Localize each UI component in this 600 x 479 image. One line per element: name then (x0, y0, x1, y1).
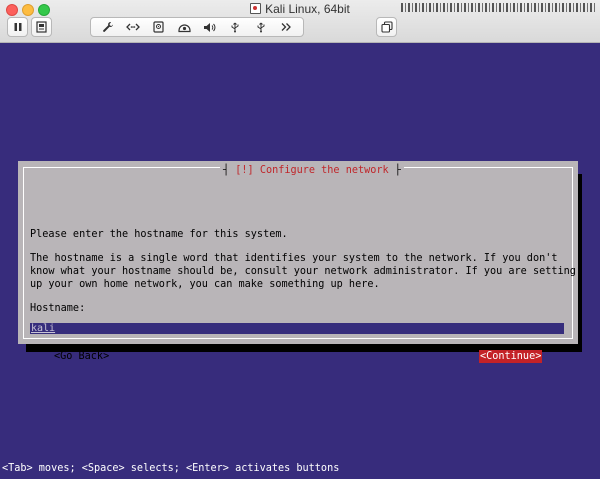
usb-icon-2[interactable] (252, 20, 270, 34)
dialog-title-text: Configure the network (259, 165, 389, 176)
continue-button[interactable]: <Continue> (479, 350, 543, 363)
snapshot-button[interactable] (31, 17, 52, 37)
copy-window-button[interactable] (376, 17, 397, 37)
description-line-2: know what your hostname should be, consu… (30, 266, 576, 277)
hostname-label: Hostname: (30, 303, 86, 314)
go-back-button[interactable]: <Go Back> (54, 350, 109, 363)
hostname-input[interactable]: kali (30, 323, 564, 334)
more-icon[interactable] (277, 20, 295, 34)
vm-app-icon (250, 3, 262, 14)
hostname-prompt: Please enter the hostname for this syste… (30, 229, 288, 240)
window-title-text: Kali Linux, 64bit (265, 2, 350, 16)
usb-icon[interactable] (226, 20, 244, 34)
description-line-3: up your own home network, you can make s… (30, 279, 380, 290)
dialog-title: ┤ [!] Configure the network ├ (220, 164, 404, 178)
camera-icon[interactable] (175, 20, 193, 34)
description-line-1: The hostname is a single word that ident… (30, 253, 558, 264)
pause-button[interactable] (7, 17, 28, 37)
dialog-title-prefix: [!] (235, 165, 254, 176)
pause-icon (14, 23, 21, 31)
hard-disk-icon[interactable] (150, 20, 168, 34)
status-bar-help: <Tab> moves; <Space> selects; <Enter> ac… (2, 463, 340, 474)
settings-wrench-icon[interactable] (99, 20, 117, 34)
network-arrows-icon[interactable] (124, 20, 142, 34)
sound-icon[interactable] (201, 20, 219, 34)
vm-console[interactable]: ┤ [!] Configure the network ├ Please ent… (0, 43, 600, 479)
redacted-text-scribble (401, 3, 596, 12)
window-titlebar: Kali Linux, 64bit (0, 0, 600, 43)
configure-network-dialog: ┤ [!] Configure the network ├ Please ent… (18, 161, 578, 363)
snapshot-icon (36, 21, 47, 33)
copy-window-icon (380, 21, 393, 33)
device-toolbar (90, 17, 304, 37)
